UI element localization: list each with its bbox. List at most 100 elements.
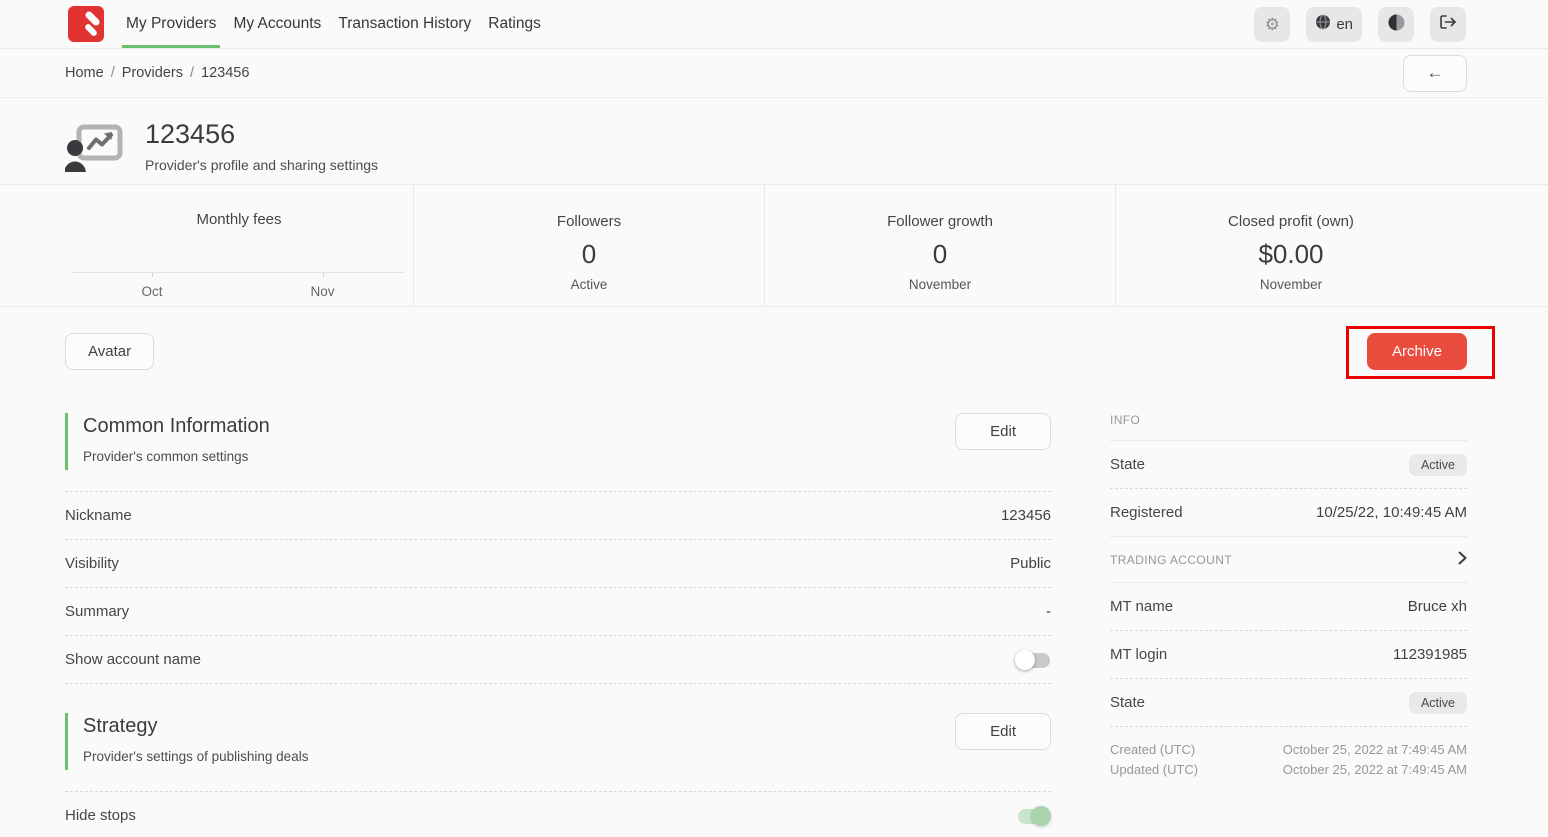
row-value: October 25, 2022 at 7:49:45 AM [1283, 760, 1467, 780]
nav-tabs: My Providers My Accounts Transaction His… [118, 0, 550, 48]
field-label: Hide stops [65, 807, 136, 824]
page-title: 123456 [145, 119, 378, 150]
logout-icon [1439, 14, 1457, 34]
updated-row: Updated (UTC) October 25, 2022 at 7:49:4… [1110, 760, 1467, 780]
chart-x-axis [71, 272, 405, 273]
strategy-rows: Hide stops [65, 791, 1051, 837]
nav-tab-my-accounts[interactable]: My Accounts [225, 0, 329, 48]
row-label: State [1110, 456, 1145, 473]
page-subtitle: Provider's profile and sharing settings [145, 157, 378, 173]
hide-stops-toggle[interactable] [1015, 806, 1051, 826]
chart-x-label-nov: Nov [311, 284, 335, 299]
stat-monthly-fees: Monthly fees Oct Nov [65, 185, 413, 306]
avatar-button[interactable]: Avatar [65, 333, 154, 370]
row-label: MT name [1110, 598, 1173, 615]
show-account-name-toggle[interactable] [1015, 650, 1051, 670]
nav-tab-my-providers[interactable]: My Providers [118, 0, 224, 48]
language-label: en [1336, 16, 1353, 33]
top-nav: My Providers My Accounts Transaction His… [0, 0, 1548, 49]
stat-caption: November [1260, 277, 1322, 292]
field-row-hide-stops: Hide stops [65, 792, 1051, 837]
breadcrumb-row: Home / Providers / 123456 ← [0, 49, 1548, 98]
breadcrumb-providers[interactable]: Providers [122, 65, 183, 81]
status-badge: Active [1409, 692, 1467, 714]
field-value: Public [1010, 555, 1051, 572]
sidebar-row-account-state: State Active [1110, 679, 1467, 727]
logout-button[interactable] [1430, 7, 1466, 42]
back-button[interactable]: ← [1403, 55, 1467, 92]
section-common-information: Common Information Provider's common set… [65, 413, 1051, 470]
stat-value: 0 [582, 239, 596, 270]
sidebar-row-mt-login: MT login 112391985 [1110, 631, 1467, 679]
edit-strategy-button[interactable]: Edit [955, 713, 1051, 750]
provider-avatar-icon [65, 119, 123, 176]
breadcrumb-separator: / [190, 65, 194, 81]
stat-closed-profit: Closed profit (own) $0.00 November [1115, 185, 1466, 306]
theme-toggle-button[interactable] [1378, 7, 1414, 42]
stat-caption: November [909, 277, 971, 292]
field-row-show-account-name: Show account name [65, 636, 1051, 684]
nav-tab-transaction-history[interactable]: Transaction History [330, 0, 479, 48]
row-label: Updated (UTC) [1110, 760, 1198, 780]
stat-title: Monthly fees [196, 211, 281, 228]
page-header: 123456 Provider's profile and sharing se… [0, 98, 1548, 184]
breadcrumb-separator: / [111, 65, 115, 81]
field-value: - [1046, 603, 1051, 620]
settings-column: Common Information Provider's common set… [65, 413, 1051, 837]
trading-account-header[interactable]: TRADING ACCOUNT [1110, 537, 1467, 583]
chart-tick [152, 273, 153, 277]
section-strategy: Strategy Provider's settings of publishi… [65, 713, 1051, 770]
section-title: Strategy [83, 715, 308, 738]
row-value: 112391985 [1393, 646, 1467, 663]
settings-button[interactable]: ⚙ [1254, 7, 1290, 42]
gear-icon: ⚙ [1265, 16, 1280, 33]
stats-strip: Monthly fees Oct Nov Followers 0 Active … [0, 184, 1548, 307]
field-label: Visibility [65, 555, 119, 572]
timestamps-block: Created (UTC) October 25, 2022 at 7:49:4… [1110, 740, 1467, 780]
breadcrumb: Home / Providers / 123456 [65, 65, 249, 81]
info-header-label: INFO [1110, 413, 1140, 427]
language-button[interactable]: en [1306, 7, 1362, 42]
created-row: Created (UTC) October 25, 2022 at 7:49:4… [1110, 740, 1467, 760]
contrast-icon [1388, 14, 1405, 35]
stat-value: 0 [933, 239, 947, 270]
row-value: 10/25/22, 10:49:45 AM [1316, 504, 1467, 521]
stat-follower-growth: Follower growth 0 November [764, 185, 1115, 306]
field-label: Show account name [65, 651, 201, 668]
chevron-right-icon [1458, 551, 1467, 568]
common-rows: Nickname 123456 Visibility Public Summar… [65, 491, 1051, 684]
sidebar-row-state: State Active [1110, 441, 1467, 489]
section-subtitle: Provider's common settings [83, 449, 270, 464]
stat-followers: Followers 0 Active [413, 185, 764, 306]
app-logo[interactable] [68, 6, 104, 42]
edit-common-button[interactable]: Edit [955, 413, 1051, 450]
sidebar-row-registered: Registered 10/25/22, 10:49:45 AM [1110, 489, 1467, 537]
breadcrumb-home[interactable]: Home [65, 65, 104, 81]
nav-tab-ratings[interactable]: Ratings [480, 0, 549, 48]
info-section-header: INFO [1110, 413, 1467, 441]
field-row-nickname: Nickname 123456 [65, 492, 1051, 540]
stat-title: Closed profit (own) [1228, 213, 1354, 230]
action-row: Avatar Archive [65, 333, 1467, 372]
stat-title: Followers [557, 213, 621, 230]
section-subtitle: Provider's settings of publishing deals [83, 749, 308, 764]
nav-actions: ⚙ en [1254, 0, 1548, 48]
row-value: October 25, 2022 at 7:49:45 AM [1283, 740, 1467, 760]
row-value: Bruce xh [1408, 598, 1467, 615]
field-value: 123456 [1001, 507, 1051, 524]
chart-tick [323, 273, 324, 277]
field-row-visibility: Visibility Public [65, 540, 1051, 588]
row-label: Created (UTC) [1110, 740, 1195, 760]
stat-caption: Active [571, 277, 608, 292]
archive-button-wrap: Archive [1367, 333, 1467, 370]
trading-account-label: TRADING ACCOUNT [1110, 553, 1232, 567]
stat-value: $0.00 [1258, 239, 1323, 270]
field-label: Summary [65, 603, 129, 620]
field-label: Nickname [65, 507, 132, 524]
breadcrumb-current: 123456 [201, 65, 249, 81]
row-label: Registered [1110, 504, 1183, 521]
archive-button[interactable]: Archive [1367, 333, 1467, 370]
globe-icon [1315, 14, 1331, 34]
row-label: State [1110, 694, 1145, 711]
field-row-summary: Summary - [65, 588, 1051, 636]
